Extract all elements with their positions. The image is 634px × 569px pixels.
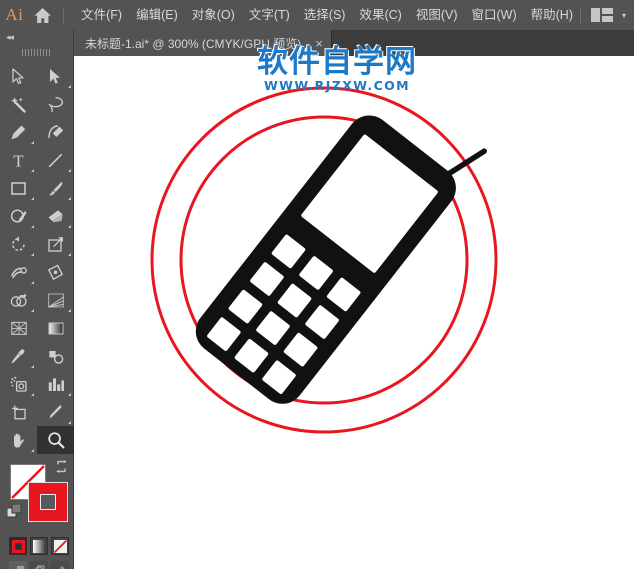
- artboard-canvas[interactable]: [74, 56, 634, 569]
- tool-expand-corner: [31, 197, 34, 200]
- document-tab-bar: 未标题-1.ai* @ 300% (CMYK/GPU 预览) ×: [0, 30, 634, 56]
- draw-normal-mode[interactable]: [9, 561, 27, 569]
- workspace-switcher-icon[interactable]: ▾: [590, 8, 626, 22]
- draw-inside-mode[interactable]: [51, 561, 69, 569]
- menu-item-edit[interactable]: 编辑(E): [129, 0, 185, 30]
- pen-tool[interactable]: [0, 118, 37, 146]
- free-transform-tool[interactable]: [37, 258, 74, 286]
- menu-bar: Ai 文件(F) 编辑(E) 对象(O) 文字(T) 选择(S) 效果(C) 视…: [0, 0, 634, 30]
- blend-tool[interactable]: [37, 342, 74, 370]
- chevron-down-icon: ▾: [621, 10, 626, 20]
- type-tool[interactable]: T: [0, 146, 37, 174]
- menu-item-help[interactable]: 帮助(H): [524, 0, 580, 30]
- zoom-tool[interactable]: [37, 426, 74, 454]
- perspective-grid-tool[interactable]: [37, 286, 74, 314]
- swap-fill-stroke-icon[interactable]: [55, 460, 68, 476]
- menu-item-select[interactable]: 选择(S): [297, 0, 353, 30]
- tool-expand-corner: [31, 393, 34, 396]
- draw-behind-mode[interactable]: [30, 561, 48, 569]
- artboard-tool[interactable]: [0, 398, 37, 426]
- symbol-sprayer-tool[interactable]: [0, 370, 37, 398]
- selection-tool[interactable]: [0, 62, 37, 90]
- menu-item-view[interactable]: 视图(V): [409, 0, 465, 30]
- fill-swatch[interactable]: [28, 482, 68, 522]
- column-graph-tool[interactable]: [37, 370, 74, 398]
- workspace-divider: [579, 6, 581, 24]
- tool-expand-corner: [31, 253, 34, 256]
- paintbrush-tool[interactable]: [37, 174, 74, 202]
- tool-expand-corner: [68, 85, 71, 88]
- mesh-tool[interactable]: [0, 314, 37, 342]
- color-mode-row: [0, 537, 73, 555]
- tool-grid: T: [0, 59, 74, 454]
- line-segment-tool[interactable]: [37, 146, 74, 174]
- width-tool[interactable]: [0, 258, 37, 286]
- collapse-panel-button[interactable]: ◂◂: [0, 30, 73, 45]
- menu-item-type[interactable]: 文字(T): [242, 0, 297, 30]
- menu-divider: [63, 6, 65, 24]
- tool-expand-corner: [31, 309, 34, 312]
- lasso-tool[interactable]: [37, 90, 74, 118]
- menu-item-file[interactable]: 文件(F): [74, 0, 129, 30]
- menu-item-window[interactable]: 窗口(W): [465, 0, 524, 30]
- tool-expand-corner: [31, 281, 34, 284]
- tool-expand-corner: [31, 169, 34, 172]
- tool-expand-corner: [68, 197, 71, 200]
- color-mode-color[interactable]: [9, 537, 27, 555]
- tool-expand-corner: [68, 225, 71, 228]
- panel-drag-handle[interactable]: [0, 45, 73, 59]
- shaper-tool[interactable]: [0, 202, 37, 230]
- magic-wand-tool[interactable]: [0, 90, 37, 118]
- tool-expand-corner: [68, 253, 71, 256]
- color-mode-none[interactable]: [51, 537, 69, 555]
- close-icon[interactable]: ×: [315, 37, 323, 50]
- fill-stroke-controls: [0, 458, 74, 536]
- rectangle-tool[interactable]: [0, 174, 37, 202]
- document-tab-label: 未标题-1.ai* @ 300% (CMYK/GPU 预览): [85, 36, 302, 51]
- menu-item-object[interactable]: 对象(O): [185, 0, 242, 30]
- tool-expand-corner: [31, 225, 34, 228]
- tool-expand-corner: [68, 393, 71, 396]
- default-fill-stroke-button[interactable]: [6, 503, 22, 524]
- eraser-tool[interactable]: [37, 202, 74, 230]
- scale-tool[interactable]: [37, 230, 74, 258]
- tool-expand-corner: [68, 169, 71, 172]
- shape-builder-tool[interactable]: [0, 286, 37, 314]
- eyedropper-tool[interactable]: [0, 342, 37, 370]
- menu-item-list: 文件(F) 编辑(E) 对象(O) 文字(T) 选择(S) 效果(C) 视图(V…: [74, 0, 580, 30]
- workspace-zone: ▾: [579, 6, 634, 24]
- illustrator-window: Ai 文件(F) 编辑(E) 对象(O) 文字(T) 选择(S) 效果(C) 视…: [0, 0, 634, 569]
- tool-expand-corner: [31, 141, 34, 144]
- menu-item-effect[interactable]: 效果(C): [352, 0, 408, 30]
- draw-mode-row: [0, 561, 73, 569]
- mobile-phone-icon: [195, 115, 487, 404]
- curvature-tool[interactable]: [37, 118, 74, 146]
- svg-text:T: T: [13, 152, 24, 169]
- home-icon[interactable]: [29, 0, 58, 30]
- tool-expand-corner: [31, 365, 34, 368]
- tool-expand-corner: [68, 421, 71, 424]
- hand-tool[interactable]: [0, 426, 37, 454]
- direct-selection-tool[interactable]: [37, 62, 74, 90]
- gradient-tool[interactable]: [37, 314, 74, 342]
- tool-expand-corner: [68, 309, 71, 312]
- slice-tool[interactable]: [37, 398, 74, 426]
- document-tab[interactable]: 未标题-1.ai* @ 300% (CMYK/GPU 预览) ×: [74, 30, 332, 56]
- app-logo: Ai: [5, 5, 24, 24]
- tools-panel: ◂◂ T: [0, 30, 74, 569]
- tool-expand-corner: [31, 449, 34, 452]
- rotate-tool[interactable]: [0, 230, 37, 258]
- artwork-vector: [150, 86, 498, 434]
- color-mode-gradient[interactable]: [30, 537, 48, 555]
